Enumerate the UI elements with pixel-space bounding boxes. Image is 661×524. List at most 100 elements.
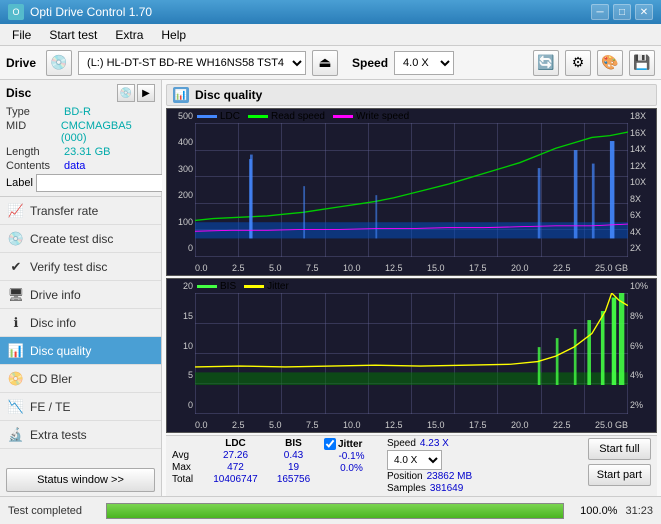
bis-legend-color: [197, 285, 217, 288]
disc-title: Disc: [6, 86, 31, 100]
bis-avg: 0.43: [271, 450, 316, 461]
panel-header-icon: 📊: [173, 87, 189, 103]
window-title: Opti Drive Control 1.70: [30, 5, 152, 19]
bis-legend-label: BIS: [220, 281, 236, 292]
ldc-total: 10406747: [208, 474, 263, 485]
menu-start-test[interactable]: Start test: [41, 26, 105, 44]
sidebar-item-disc-quality[interactable]: 📊 Disc quality: [0, 337, 161, 365]
top-chart-y-right: 18X 16X 14X 12X 10X 8X 6X 4X 2X: [628, 109, 656, 255]
sidebar-item-extra-tests[interactable]: 🔬 Extra tests: [0, 421, 161, 449]
disc-quality-icon: 📊: [8, 343, 24, 359]
color-button[interactable]: 🎨: [597, 50, 623, 76]
sidebar-item-create-test-disc[interactable]: 💿 Create test disc: [0, 225, 161, 253]
app-icon: O: [8, 4, 24, 20]
speed-value: 4.23 X: [420, 438, 449, 449]
nav-fe-te-label: FE / TE: [30, 400, 70, 414]
nav-drive-info-label: Drive info: [30, 288, 81, 302]
contents-label: Contents: [6, 160, 64, 172]
bis-total: 165756: [271, 474, 316, 485]
write-speed-legend-color: [333, 115, 353, 118]
position-label: Position: [387, 471, 423, 482]
sidebar-item-verify-test-disc[interactable]: ✔ Verify test disc: [0, 253, 161, 281]
drive-select[interactable]: (L:) HL-DT-ST BD-RE WH16NS58 TST4: [78, 51, 306, 75]
jitter-legend-label: Jitter: [267, 281, 289, 292]
cd-bler-icon: 📀: [8, 371, 24, 387]
transfer-rate-icon: 📈: [8, 203, 24, 219]
drive-icon-btn[interactable]: 💿: [46, 50, 72, 76]
speed-select-stats[interactable]: 4.0 X: [387, 450, 442, 470]
sidebar-item-drive-info[interactable]: 🖥 Drive info: [0, 281, 161, 309]
start-part-button[interactable]: Start part: [588, 464, 651, 486]
title-bar: O Opti Drive Control 1.70 ─ □ ✕: [0, 0, 661, 24]
bis-max: 19: [271, 462, 316, 473]
save-button[interactable]: 💾: [629, 50, 655, 76]
ldc-legend-label: LDC: [220, 111, 240, 122]
start-full-button[interactable]: Start full: [588, 438, 651, 460]
top-chart-x-axis: 0.0 2.5 5.0 7.5 10.0 12.5 15.0 17.5 20.0…: [195, 263, 628, 273]
disc-icon-btn-1[interactable]: 💿: [117, 84, 135, 102]
read-speed-legend-color: [248, 115, 268, 118]
panel-header: 📊 Disc quality: [166, 84, 657, 106]
nav-disc-info-label: Disc info: [30, 316, 76, 330]
progress-bar-fill: [107, 504, 563, 518]
length-value: 23.31 GB: [64, 146, 110, 158]
minimize-button[interactable]: ─: [591, 4, 609, 20]
jitter-checkbox[interactable]: [324, 438, 336, 450]
status-bar: Test completed 100.0% 31:23: [0, 496, 661, 524]
disc-panel: Disc 💿 ▶ Type BD-R MID CMCMAGBA5 (000) L…: [0, 80, 161, 197]
nav-verify-test-disc-label: Verify test disc: [30, 260, 107, 274]
speed-select[interactable]: 4.0 X: [394, 51, 454, 75]
disc-label-label: Label: [6, 177, 33, 189]
disc-label-input[interactable]: [36, 174, 174, 192]
mid-value: CMCMAGBA5 (000): [61, 120, 155, 144]
speed-header-label: Speed: [387, 438, 416, 449]
status-time: 31:23: [625, 505, 653, 517]
ldc-legend-color: [197, 115, 217, 118]
sidebar-item-disc-info[interactable]: ℹ Disc info: [0, 309, 161, 337]
jitter-avg: -0.1%: [324, 451, 379, 462]
sidebar-item-transfer-rate[interactable]: 📈 Transfer rate: [0, 197, 161, 225]
ldc-max: 472: [208, 462, 263, 473]
sidebar-item-fe-te[interactable]: 📉 FE / TE: [0, 393, 161, 421]
progress-percent: 100.0%: [572, 505, 617, 517]
maximize-button[interactable]: □: [613, 4, 631, 20]
menu-help[interactable]: Help: [153, 26, 194, 44]
disc-icon-btn-2[interactable]: ▶: [137, 84, 155, 102]
ldc-header: LDC: [208, 438, 263, 449]
disc-quality-panel: 📊 Disc quality: [162, 80, 661, 496]
fe-te-icon: 📉: [8, 399, 24, 415]
stats-bar: H Avg Max Total LDC 27.26 472 10406747 B…: [166, 435, 657, 496]
jitter-legend-color: [244, 285, 264, 288]
bottom-chart-legend: BIS Jitter: [197, 281, 289, 292]
nav-create-test-disc-label: Create test disc: [30, 232, 113, 246]
main-content: 📊 Disc quality: [162, 80, 661, 496]
close-button[interactable]: ✕: [635, 4, 653, 20]
status-text: Test completed: [8, 505, 98, 517]
eject-button[interactable]: ⏏: [312, 50, 338, 76]
type-value: BD-R: [64, 106, 91, 118]
refresh-button[interactable]: 🔄: [533, 50, 559, 76]
bottom-chart-y-right: 10% 8% 6% 4% 2%: [628, 279, 656, 412]
extra-tests-icon: 🔬: [8, 427, 24, 443]
top-chart-svg: [195, 123, 628, 246]
mid-label: MID: [6, 120, 61, 144]
charts-area: LDC Read speed Write speed 500: [166, 108, 657, 433]
position-value: 23862 MB: [427, 471, 473, 482]
type-label: Type: [6, 106, 64, 118]
bottom-chart: BIS Jitter 20 15 10 5 0: [166, 278, 657, 433]
sidebar: Disc 💿 ▶ Type BD-R MID CMCMAGBA5 (000) L…: [0, 80, 162, 496]
toolbar: Drive 💿 (L:) HL-DT-ST BD-RE WH16NS58 TST…: [0, 46, 661, 80]
menu-file[interactable]: File: [4, 26, 39, 44]
speed-label: Speed: [352, 56, 388, 70]
status-window-button[interactable]: Status window >>: [6, 468, 155, 492]
menu-extra[interactable]: Extra: [107, 26, 151, 44]
samples-value: 381649: [430, 483, 463, 494]
verify-test-disc-icon: ✔: [8, 259, 24, 275]
settings-button[interactable]: ⚙: [565, 50, 591, 76]
total-label: Total: [172, 474, 200, 485]
progress-bar-container: [106, 503, 564, 519]
nav-disc-quality-label: Disc quality: [30, 344, 91, 358]
sidebar-item-cd-bler[interactable]: 📀 CD Bler: [0, 365, 161, 393]
disc-info-icon: ℹ: [8, 315, 24, 331]
samples-label: Samples: [387, 483, 426, 494]
